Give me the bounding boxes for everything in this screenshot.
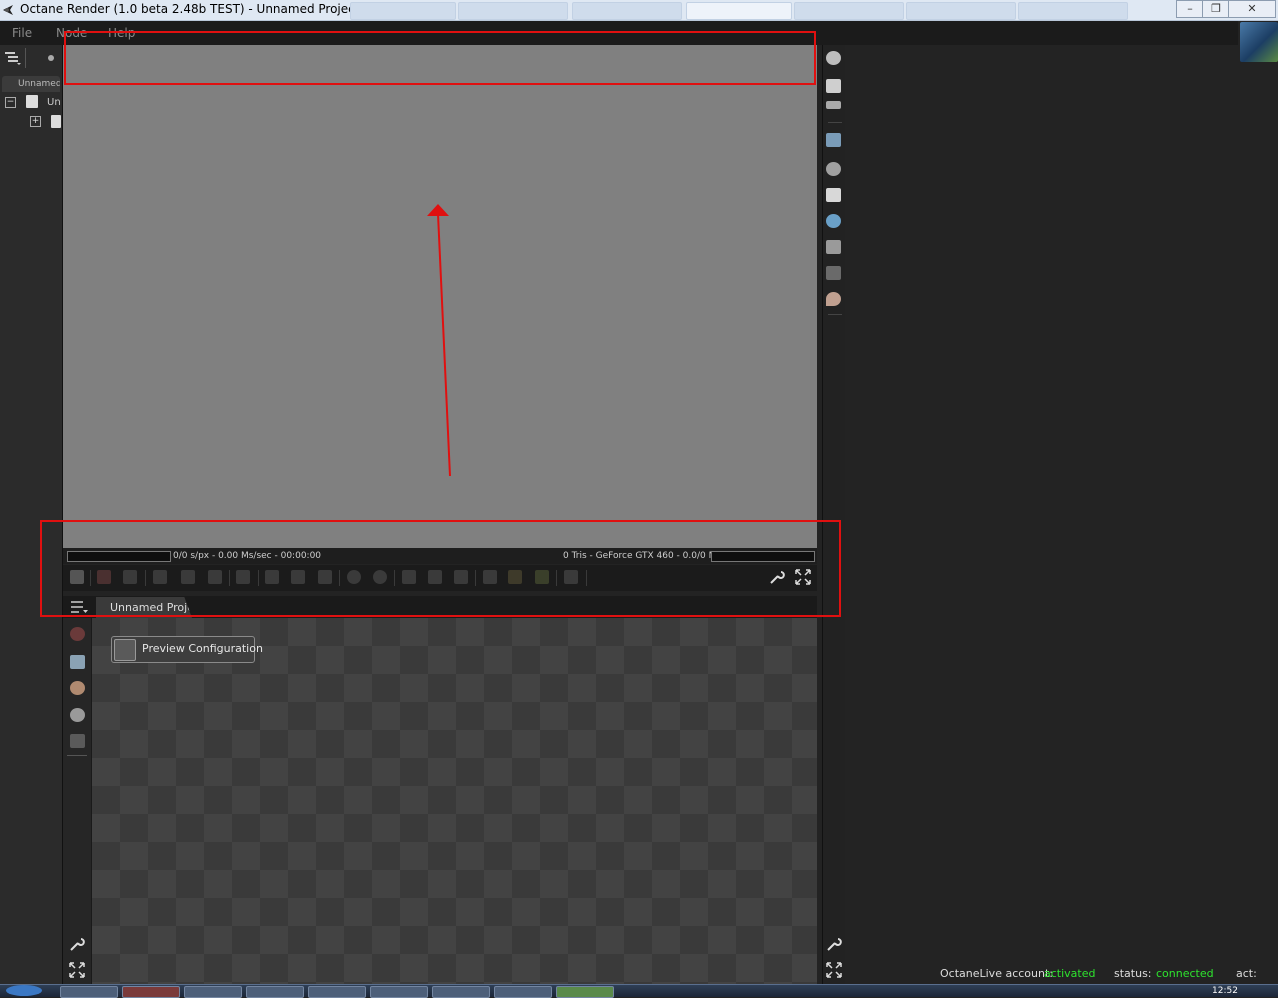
taskbar-app[interactable] <box>556 986 614 998</box>
minimize-button[interactable]: – <box>1176 0 1204 18</box>
restore-button[interactable]: ❐ <box>1202 0 1230 18</box>
octanelive-globe-icon[interactable] <box>1240 22 1278 62</box>
annotation-box-bottom <box>40 520 841 617</box>
taskbar-app[interactable] <box>308 986 366 998</box>
outliner-menu-icon[interactable] <box>4 50 22 66</box>
tree-collapse-icon[interactable]: − <box>5 97 16 108</box>
window-title: Octane Render (1.0 beta 2.48b TEST) - Un… <box>20 2 360 16</box>
camera-settings-icon[interactable] <box>826 162 841 176</box>
camera-icon[interactable] <box>826 51 841 65</box>
menu-file[interactable]: File <box>12 26 32 40</box>
act-label: act: <box>1236 967 1257 980</box>
add-material-icon[interactable] <box>70 681 85 695</box>
bar-icon[interactable] <box>826 188 841 202</box>
list-icon[interactable] <box>826 101 841 109</box>
graph-wrench-icon[interactable] <box>69 936 85 952</box>
taskbar-app[interactable] <box>122 986 180 998</box>
divider <box>67 755 87 756</box>
node-graph-canvas[interactable] <box>92 618 817 984</box>
taskbar-app[interactable] <box>246 986 304 998</box>
tree-expand-icon[interactable]: + <box>30 116 41 127</box>
pin-icon[interactable] <box>48 55 54 61</box>
project-node-icon <box>26 95 38 108</box>
taskbar-app[interactable] <box>432 986 490 998</box>
background-tab <box>572 2 682 20</box>
system-clock: 12:52 <box>1212 986 1238 996</box>
background-tab <box>458 2 568 20</box>
status-value: connected <box>1156 967 1214 980</box>
node-label: Preview Configuration <box>142 642 263 655</box>
graph-editor-sidebar <box>63 618 92 984</box>
right-toolbar <box>822 45 845 985</box>
annotation-arrow-icon <box>427 204 451 477</box>
annotation-box-top <box>64 31 816 85</box>
divider <box>828 314 842 315</box>
octane-logo-icon <box>3 5 13 15</box>
octanelive-account-label: OctaneLive account: <box>940 967 1053 980</box>
node-type-icon <box>114 639 136 661</box>
divider <box>25 48 26 68</box>
add-mesh-icon[interactable] <box>70 734 85 748</box>
right-fullscreen-icon[interactable] <box>826 962 842 978</box>
material-drop-icon[interactable] <box>826 292 841 306</box>
add-texture-icon[interactable] <box>70 655 85 669</box>
close-button[interactable]: ✕ <box>1228 0 1276 18</box>
background-tab <box>1018 2 1128 20</box>
delete-node-icon[interactable] <box>70 627 85 641</box>
taskbar-app[interactable] <box>370 986 428 998</box>
start-button[interactable] <box>6 985 42 996</box>
scene-outliner-panel <box>0 45 63 985</box>
background-tab <box>686 2 792 20</box>
add-sphere-icon[interactable] <box>70 708 85 722</box>
tree-item-preview-config[interactable] <box>51 115 61 128</box>
octanelive-account-value: activated <box>1044 967 1096 980</box>
taskbar-app[interactable] <box>184 986 242 998</box>
mountain-icon[interactable] <box>826 240 841 254</box>
graph-fullscreen-icon[interactable] <box>69 962 85 978</box>
node-icon[interactable] <box>826 266 841 280</box>
tree-item-project[interactable]: Un <box>47 97 61 108</box>
right-wrench-icon[interactable] <box>826 936 842 952</box>
background-tab <box>350 2 456 20</box>
layers-icon[interactable] <box>826 79 841 93</box>
background-tab <box>906 2 1016 20</box>
image-icon[interactable] <box>826 133 841 147</box>
taskbar-app[interactable] <box>494 986 552 998</box>
taskbar-app[interactable] <box>60 986 118 998</box>
outliner-tab[interactable]: Unnamed <box>2 76 60 92</box>
environment-icon[interactable] <box>826 214 841 228</box>
divider <box>828 122 842 123</box>
background-tab <box>794 2 904 20</box>
status-label: status: <box>1114 967 1152 980</box>
